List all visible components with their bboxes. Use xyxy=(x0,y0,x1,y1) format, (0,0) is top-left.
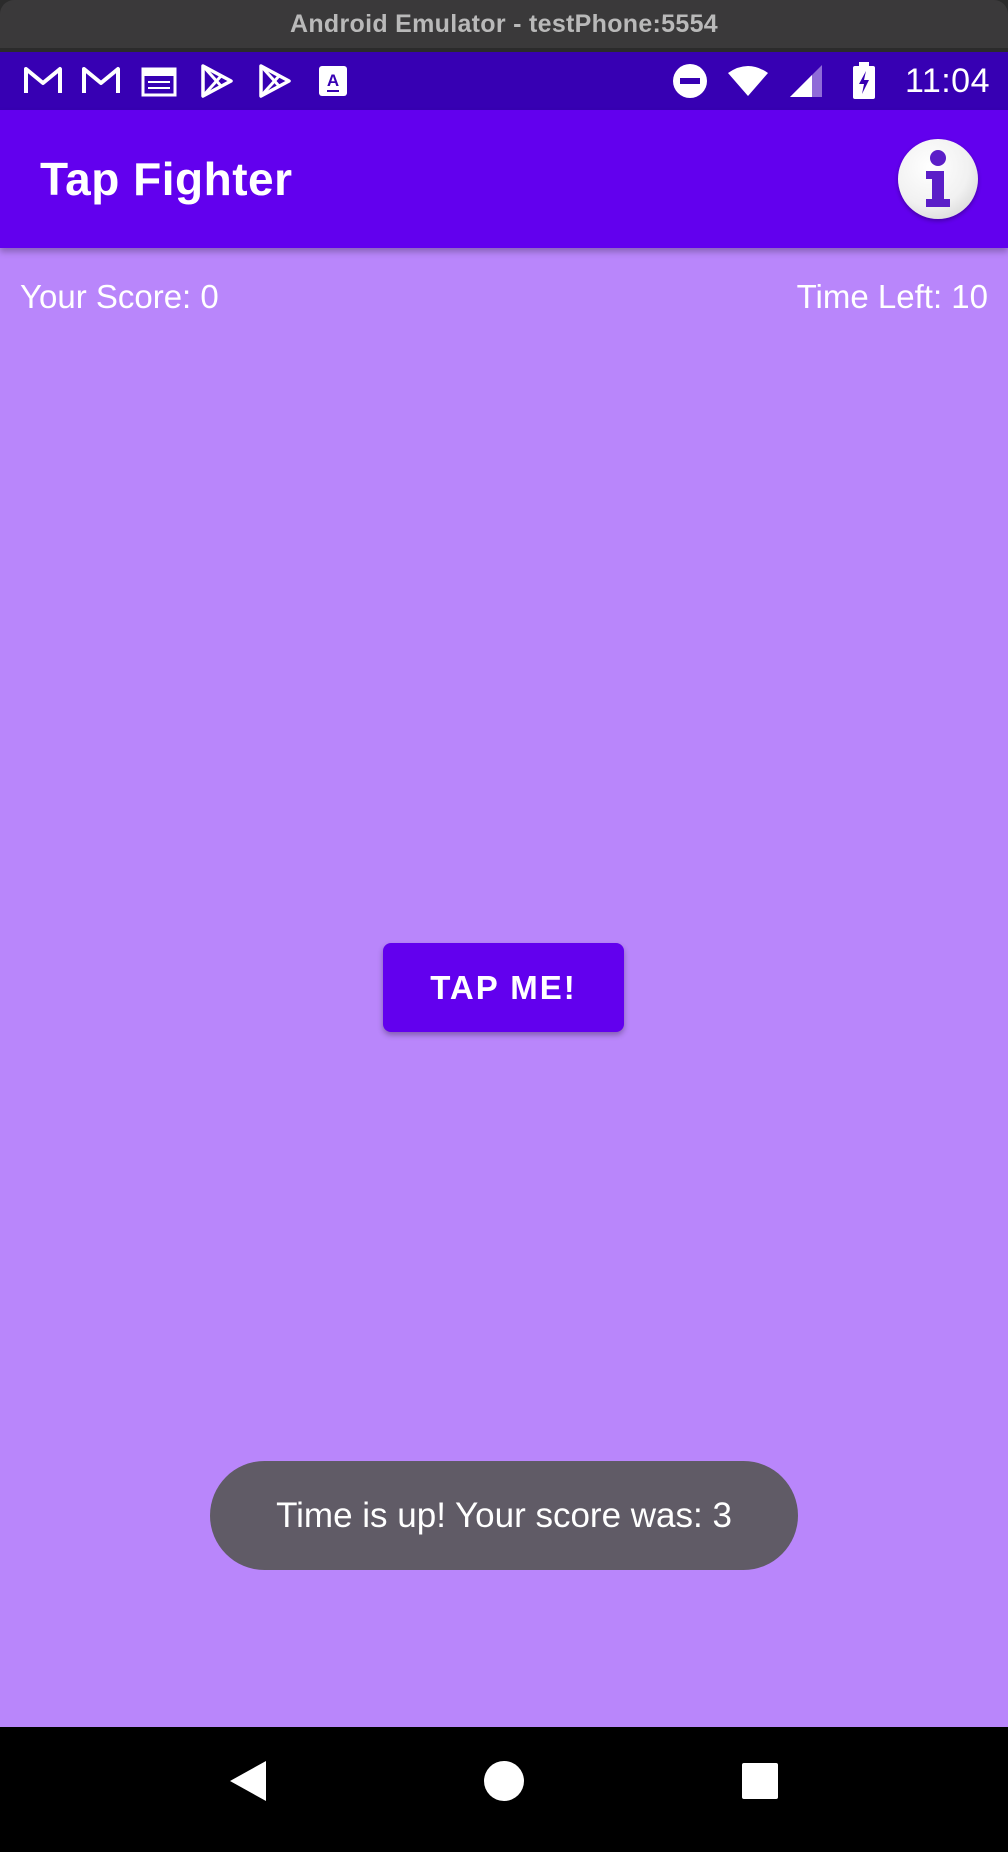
tap-me-button[interactable]: TAP ME! xyxy=(383,943,624,1032)
play-store-icon xyxy=(254,60,296,102)
home-icon xyxy=(484,1760,524,1801)
wifi-icon xyxy=(727,60,769,102)
toast: Time is up! Your score was: 3 xyxy=(210,1461,798,1570)
back-icon xyxy=(230,1760,266,1801)
play-store-icon xyxy=(196,60,238,102)
do-not-disturb-icon xyxy=(669,60,711,102)
calendar-icon xyxy=(138,60,180,102)
recents-button[interactable] xyxy=(720,1741,800,1821)
time-left-label: Time Left: 10 xyxy=(796,278,988,315)
app-bar: Tap Fighter xyxy=(0,110,1008,248)
gmail-icon xyxy=(80,60,122,102)
app-title: Tap Fighter xyxy=(40,153,293,205)
navigation-bar xyxy=(0,1727,1008,1852)
status-clock: 11:04 xyxy=(904,61,990,100)
device-screen: A 11:04 Tap Fighter Your Score: 0 Time L… xyxy=(0,52,1008,1852)
info-button[interactable] xyxy=(898,139,978,219)
window-titlebar: Android Emulator - testPhone:5554 xyxy=(0,0,1008,48)
toast-message: Time is up! Your score was: 3 xyxy=(276,1495,732,1535)
window-title: Android Emulator - testPhone:5554 xyxy=(289,9,718,38)
signal-icon xyxy=(785,60,827,102)
a-icon: A xyxy=(312,60,354,102)
info-icon xyxy=(926,150,950,207)
svg-text:A: A xyxy=(327,71,339,90)
recents-icon xyxy=(742,1762,778,1799)
back-button[interactable] xyxy=(208,1741,288,1821)
home-button[interactable] xyxy=(464,1741,544,1821)
status-bar: A 11:04 xyxy=(0,52,1008,110)
score-row: Your Score: 0 Time Left: 10 xyxy=(0,272,1008,322)
score-label: Your Score: 0 xyxy=(20,278,219,315)
gmail-icon xyxy=(22,60,64,102)
battery-charging-icon xyxy=(843,60,885,102)
